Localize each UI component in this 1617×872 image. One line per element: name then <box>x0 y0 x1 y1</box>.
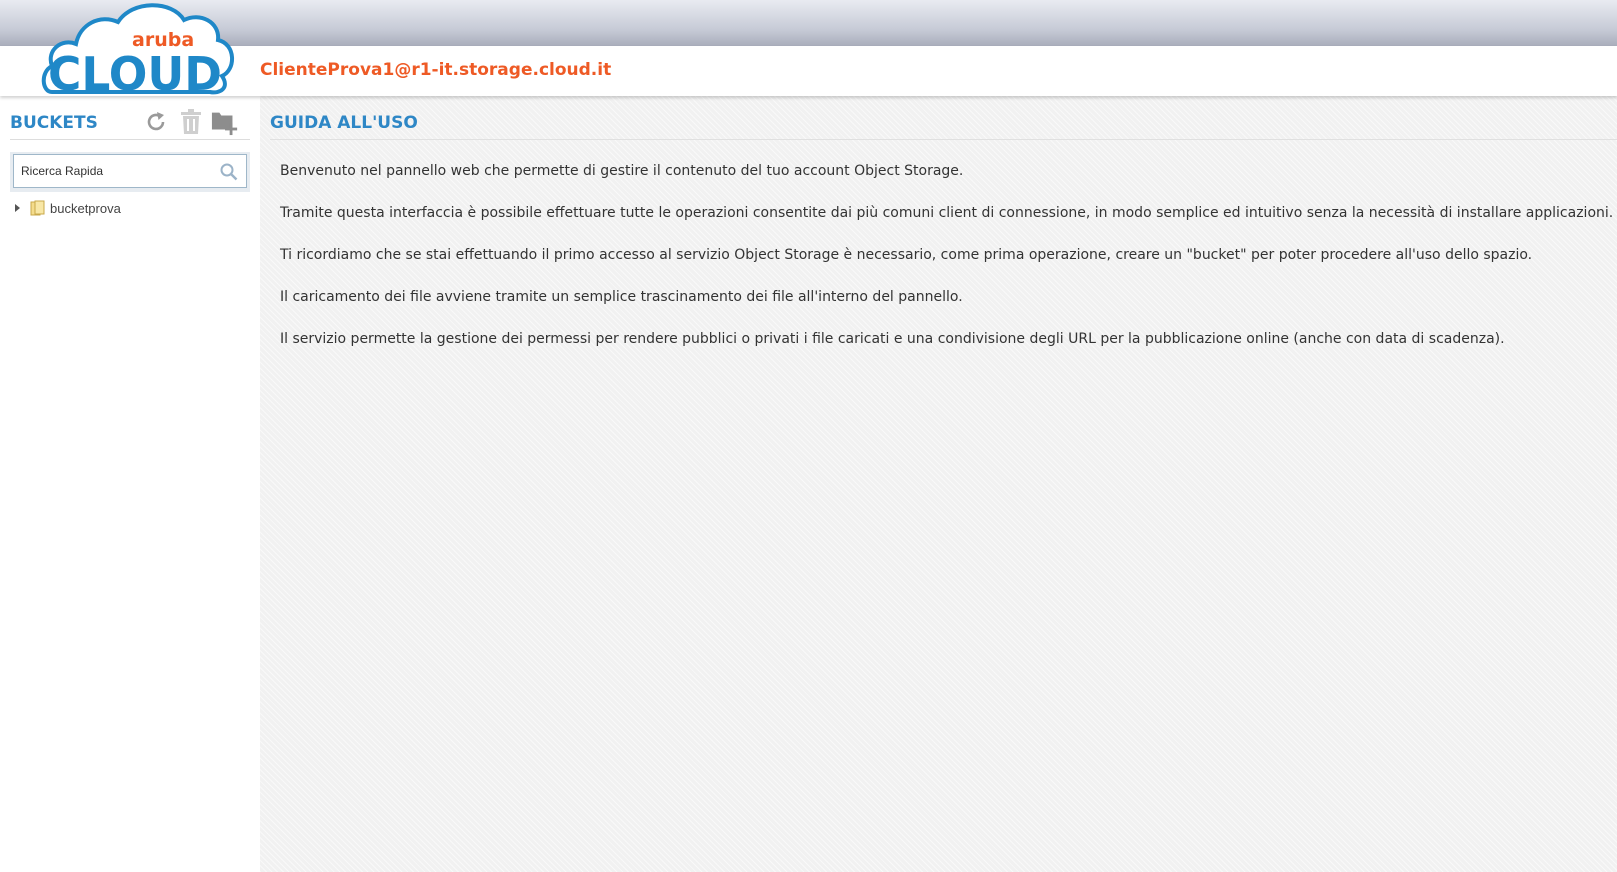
main-title: GUIDA ALL'USO <box>270 113 418 133</box>
search-icon[interactable] <box>220 163 238 181</box>
add-folder-button[interactable] <box>211 108 239 136</box>
refresh-button[interactable] <box>142 108 170 136</box>
sidebar-header: BUCKETS <box>10 100 250 140</box>
bucket-icon <box>30 200 45 216</box>
sidebar: BUCKETS Ricerca Rapida bucketprova <box>0 96 260 872</box>
guide-paragraph: Il caricamento dei file avviene tramite … <box>280 289 963 305</box>
tree-item-bucketprova[interactable]: bucketprova <box>12 198 121 218</box>
trash-icon <box>181 109 201 134</box>
folder-add-icon <box>211 112 238 136</box>
tree-item-label: bucketprova <box>50 200 121 216</box>
guide-text: Benvenuto nel pannello web che permette … <box>280 162 1614 372</box>
delete-button[interactable] <box>177 108 205 136</box>
expand-arrow-icon[interactable] <box>15 204 20 212</box>
main-panel: GUIDA ALL'USO Benvenuto nel pannello web… <box>260 96 1617 872</box>
refresh-icon <box>147 112 165 131</box>
aruba-cloud-logo[interactable]: aruba CLOUD <box>40 0 240 100</box>
guide-paragraph: Benvenuto nel pannello web che permette … <box>280 163 964 179</box>
sidebar-title: BUCKETS <box>10 113 98 133</box>
guide-paragraph: Tramite questa interfaccia è possibile e… <box>280 205 1614 221</box>
guide-paragraph: Ti ricordiamo che se stai effettuando il… <box>280 247 1533 263</box>
user-email: ClienteProva1@r1-it.storage.cloud.it <box>260 60 612 80</box>
main-header: GUIDA ALL'USO <box>270 100 1617 140</box>
guide-paragraph: Il servizio permette la gestione dei per… <box>280 331 1505 347</box>
search-box <box>13 154 247 188</box>
user-bar: ClienteProva1@r1-it.storage.cloud.it <box>0 46 1617 96</box>
search-container <box>10 152 250 192</box>
search-input[interactable] <box>14 155 204 187</box>
logo-brand-large: CLOUD <box>48 47 222 100</box>
top-bar <box>0 0 1617 46</box>
